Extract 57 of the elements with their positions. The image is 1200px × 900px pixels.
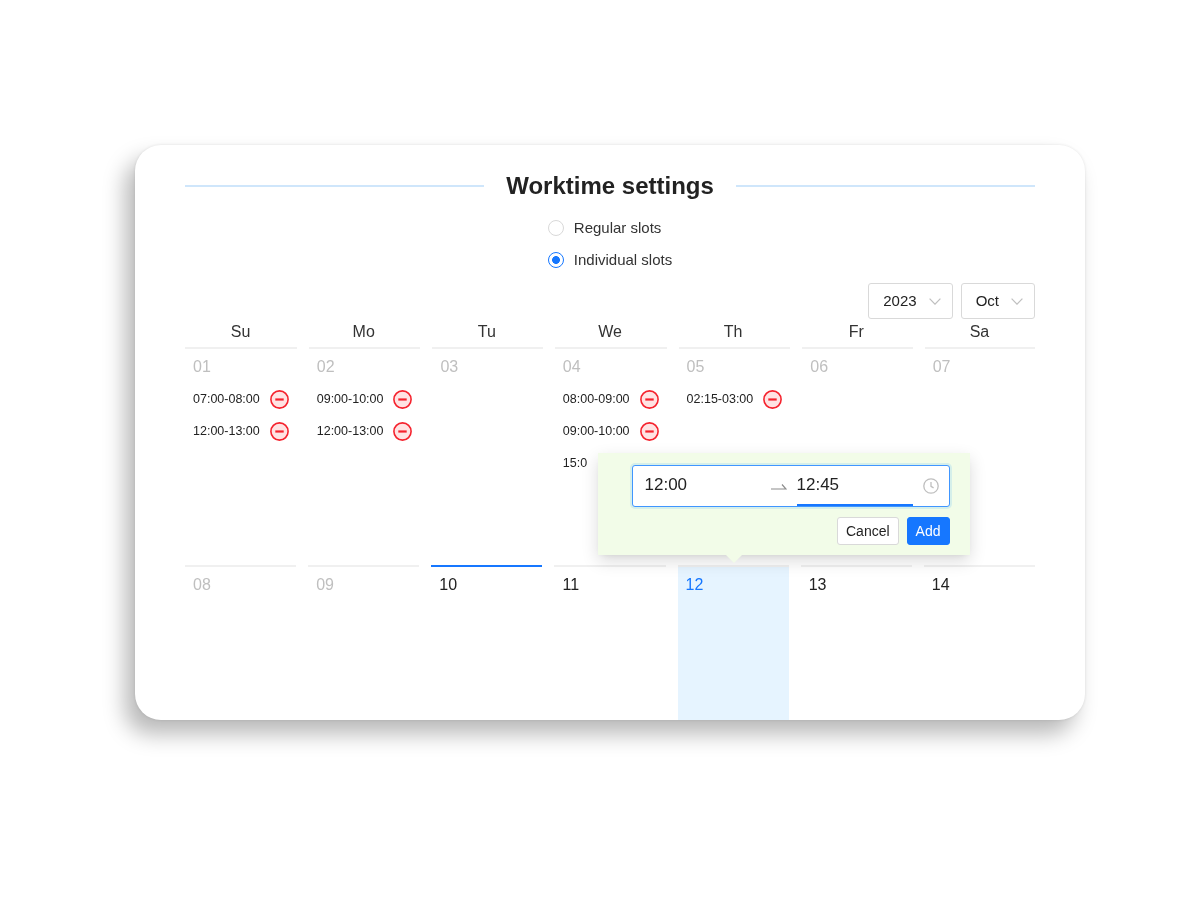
weekday-label: Th: [722, 322, 744, 342]
weekday-label: Tu: [476, 322, 497, 342]
slot-time: 07:00-08:00: [193, 390, 260, 408]
slot-time: 09:00-10:00: [562, 422, 630, 440]
chevron-down-icon: [928, 297, 941, 305]
year-select[interactable]: 2023: [868, 283, 953, 319]
day-cell[interactable]: 02 09:00-10:00 12:00-13:00: [308, 347, 421, 565]
slot-time: 09:00-10:00: [316, 390, 384, 408]
radio-button[interactable]: [547, 252, 564, 268]
day-cell[interactable]: 10: [431, 565, 543, 720]
date-number: 06: [810, 357, 829, 377]
date-number: 02: [316, 357, 335, 377]
add-button[interactable]: Add: [906, 517, 950, 545]
day-cell[interactable]: 12: [677, 565, 789, 720]
cancel-button[interactable]: Cancel: [837, 517, 899, 545]
day-cell[interactable]: 01 07:00-08:00 12:00-13:00: [185, 347, 297, 565]
clock-icon: [922, 478, 939, 494]
weekday-label: Su: [229, 322, 252, 342]
slot-time: 15:0: [562, 454, 588, 472]
slot-time: 12:00-13:00: [193, 422, 260, 440]
date-number: 03: [440, 357, 459, 377]
date-number: 07: [932, 357, 951, 377]
remove-icon[interactable]: [269, 389, 289, 409]
date-number: 14: [931, 575, 950, 595]
slot-time: 02:15-03:00: [686, 390, 754, 408]
date-number: 09: [316, 575, 334, 595]
date-number: 11: [562, 575, 580, 595]
option-label[interactable]: Individual slots: [573, 249, 673, 271]
start-time-input[interactable]: 12:00: [644, 466, 761, 506]
option-label[interactable]: Regular slots: [573, 217, 662, 239]
slot-time: 08:00-09:00: [562, 390, 630, 408]
date-number: 01: [193, 357, 211, 377]
date-number: 08: [193, 575, 211, 595]
weekday-label: We: [597, 322, 623, 342]
slot-time: 12:00-13:00: [316, 422, 384, 440]
month-select[interactable]: Oct: [960, 283, 1035, 319]
remove-icon[interactable]: [763, 389, 783, 409]
end-time-input[interactable]: 12:45: [796, 466, 913, 506]
remove-icon[interactable]: [639, 389, 659, 409]
weekday-label: Fr: [847, 322, 865, 342]
dialog-title: Worktime settings: [506, 171, 714, 201]
date-number: 12: [685, 575, 704, 595]
time-range-picker[interactable]: 12:00 12:45: [631, 465, 950, 507]
date-number: 04: [562, 357, 581, 377]
remove-icon[interactable]: [269, 421, 289, 441]
day-cell[interactable]: 14: [923, 565, 1035, 720]
remove-icon[interactable]: [393, 421, 413, 441]
weekday-label: Mo: [351, 322, 376, 342]
date-number: 13: [808, 575, 827, 595]
remove-icon[interactable]: [639, 421, 659, 441]
day-cell[interactable]: 11: [554, 565, 666, 720]
day-cell[interactable]: 13: [800, 565, 912, 720]
remove-icon[interactable]: [393, 389, 413, 409]
date-number: 10: [439, 575, 458, 595]
weekday-label: Sa: [968, 322, 991, 342]
date-number: 05: [686, 357, 705, 377]
chevron-down-icon: [1011, 297, 1023, 305]
